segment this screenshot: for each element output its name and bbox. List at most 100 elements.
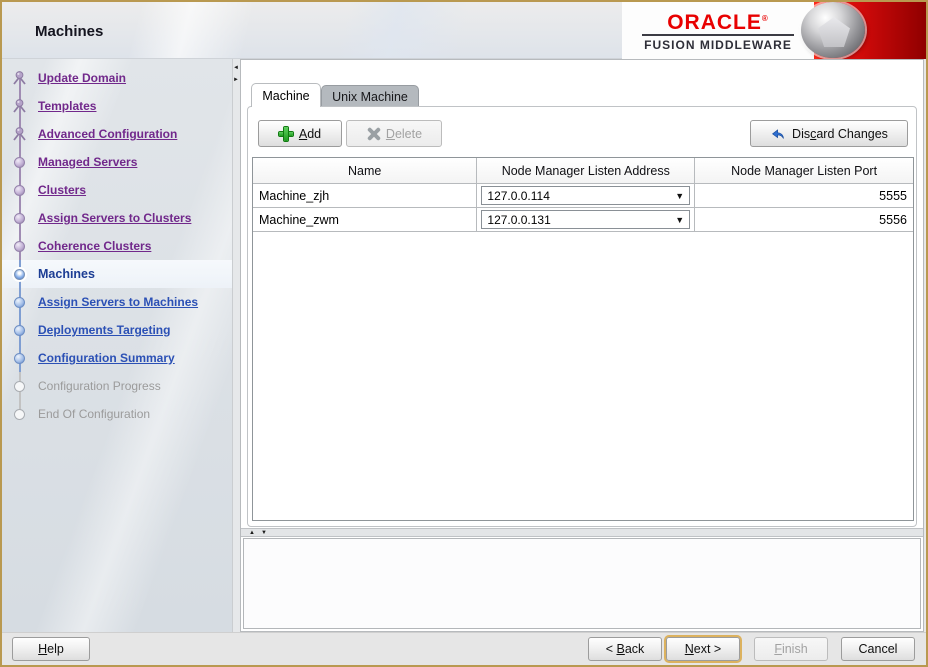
machine-tab-panel: Add Delete Discard Changes Name Node Man…: [247, 106, 917, 527]
sidebar-item-label: Deployments Targeting: [38, 323, 170, 337]
table-row[interactable]: Machine_zwm 127.0.0.131 ▼ 5556: [253, 208, 913, 232]
page-title: Machines: [35, 23, 103, 40]
sidebar-item-advanced-configuration[interactable]: Advanced Configuration: [2, 120, 232, 148]
oracle-wordmark: ORACLE®: [667, 9, 769, 33]
step-sphere-icon: [14, 241, 25, 252]
sidebar-item-label: Advanced Configuration: [38, 127, 177, 141]
step-circle-icon: [14, 409, 25, 420]
back-button-label: < Back: [606, 642, 645, 656]
cancel-button-label: Cancel: [859, 642, 898, 656]
listen-port-cell[interactable]: 5556: [695, 208, 913, 231]
pentagon-icon: [818, 17, 850, 47]
column-header-listen-address: Node Manager Listen Address: [477, 158, 695, 183]
finish-button[interactable]: Finish: [754, 637, 828, 661]
help-button[interactable]: Help: [12, 637, 90, 661]
sidebar-item-templates[interactable]: Templates: [2, 92, 232, 120]
step-sphere-icon: [14, 185, 25, 196]
fusion-middleware-label: FUSION MIDDLEWARE: [644, 38, 792, 52]
discard-changes-label: Discard Changes: [792, 127, 888, 141]
sidebar-item-coherence-clusters[interactable]: Coherence Clusters: [2, 232, 232, 260]
help-button-label: Help: [38, 642, 64, 656]
sidebar-item-clusters[interactable]: Clusters: [2, 176, 232, 204]
splitter-collapse-left-icon[interactable]: ◄: [233, 65, 239, 71]
revisit-arrow-icon: [11, 98, 28, 115]
machine-name-cell[interactable]: Machine_zjh: [253, 184, 477, 207]
add-plus-icon: [279, 127, 293, 141]
sidebar-item-label: Managed Servers: [38, 155, 137, 169]
message-panel: [243, 538, 921, 629]
step-circle-icon: [14, 381, 25, 392]
next-button-label: Next >: [685, 642, 721, 656]
table-header-row: Name Node Manager Listen Address Node Ma…: [253, 158, 913, 184]
footer-bar: Help < Back Next > Finish Cancel: [2, 632, 926, 665]
message-panel-splitter[interactable]: ▲ ▼: [241, 528, 923, 537]
listen-address-cell: 127.0.0.131 ▼: [477, 208, 695, 231]
sidebar-item-configuration-progress: Configuration Progress: [2, 372, 232, 400]
sidebar-item-machines[interactable]: Machines: [2, 260, 232, 288]
finish-button-label: Finish: [774, 642, 807, 656]
sidebar-item-label: Clusters: [38, 183, 86, 197]
sidebar-item-label: Configuration Progress: [38, 379, 161, 393]
tab-label: Unix Machine: [332, 90, 408, 104]
sidebar-item-configuration-summary[interactable]: Configuration Summary: [2, 344, 232, 372]
step-sphere-icon: [14, 213, 25, 224]
chevron-down-icon: ▼: [675, 215, 684, 225]
step-sphere-icon: [14, 353, 25, 364]
tab-machine[interactable]: Machine: [251, 83, 321, 107]
revisit-arrow-icon: [11, 70, 28, 87]
splitter-down-icon[interactable]: ▼: [261, 530, 267, 536]
splitter-up-icon[interactable]: ▲: [249, 530, 255, 536]
sidebar-splitter[interactable]: ◄ ►: [232, 59, 240, 632]
machine-name-cell[interactable]: Machine_zwm: [253, 208, 477, 231]
sidebar-item-label: Coherence Clusters: [38, 239, 151, 253]
delete-button-label: Delete: [386, 127, 422, 141]
wizard-steps-sidebar: Update Domain Templates Advanced Configu…: [2, 59, 232, 632]
step-current-sphere-icon: [14, 269, 25, 280]
add-button[interactable]: Add: [258, 120, 342, 147]
column-header-listen-port: Node Manager Listen Port: [695, 158, 913, 183]
discard-changes-button[interactable]: Discard Changes: [750, 120, 908, 147]
tab-unix-machine[interactable]: Unix Machine: [321, 85, 419, 107]
chevron-down-icon: ▼: [675, 191, 684, 201]
sidebar-item-label: Machines: [38, 267, 95, 281]
sidebar-item-deployments-targeting[interactable]: Deployments Targeting: [2, 316, 232, 344]
sidebar-item-label: Assign Servers to Machines: [38, 295, 198, 309]
sidebar-item-label: Templates: [38, 99, 96, 113]
revisit-arrow-icon: [11, 126, 28, 143]
listen-address-cell: 127.0.0.114 ▼: [477, 184, 695, 207]
delete-button[interactable]: Delete: [346, 120, 442, 147]
header: Machines ORACLE® FUSION MIDDLEWARE: [2, 2, 926, 59]
sidebar-item-managed-servers[interactable]: Managed Servers: [2, 148, 232, 176]
sidebar-item-label: End Of Configuration: [38, 407, 150, 421]
splitter-expand-right-icon[interactable]: ►: [233, 77, 239, 83]
tab-label: Machine: [262, 89, 309, 103]
registered-mark-icon: ®: [762, 14, 769, 23]
step-sphere-icon: [14, 297, 25, 308]
step-sphere-icon: [14, 325, 25, 336]
next-button[interactable]: Next >: [666, 637, 740, 661]
fusion-middleware-orb-icon: [801, 2, 865, 58]
sidebar-item-assign-servers-to-machines[interactable]: Assign Servers to Machines: [2, 288, 232, 316]
main-content-panel: Machine Unix Machine Add Delete Discard …: [240, 59, 924, 632]
add-button-label: Add: [299, 127, 321, 141]
sidebar-item-label: Assign Servers to Clusters: [38, 211, 191, 225]
sidebar-item-label: Configuration Summary: [38, 351, 175, 365]
listen-port-cell[interactable]: 5555: [695, 184, 913, 207]
header-banner: Machines: [2, 2, 622, 59]
oracle-logo: ORACLE® FUSION MIDDLEWARE: [622, 2, 814, 59]
sidebar-item-label: Update Domain: [38, 71, 126, 85]
back-button[interactable]: < Back: [588, 637, 662, 661]
listen-address-dropdown[interactable]: 127.0.0.114 ▼: [481, 186, 690, 205]
column-header-name: Name: [253, 158, 477, 183]
configuration-wizard-window: Machines ORACLE® FUSION MIDDLEWARE Updat…: [0, 0, 928, 667]
logo-divider: [642, 34, 794, 36]
listen-address-dropdown[interactable]: 127.0.0.131 ▼: [481, 210, 690, 229]
sidebar-item-update-domain[interactable]: Update Domain: [2, 64, 232, 92]
dropdown-value: 127.0.0.114: [487, 189, 550, 203]
sidebar-item-assign-servers-to-clusters[interactable]: Assign Servers to Clusters: [2, 204, 232, 232]
dropdown-value: 127.0.0.131: [487, 213, 550, 227]
machines-table: Name Node Manager Listen Address Node Ma…: [252, 157, 914, 521]
cancel-button[interactable]: Cancel: [841, 637, 915, 661]
sidebar-item-end-of-configuration: End Of Configuration: [2, 400, 232, 428]
table-row[interactable]: Machine_zjh 127.0.0.114 ▼ 5555: [253, 184, 913, 208]
